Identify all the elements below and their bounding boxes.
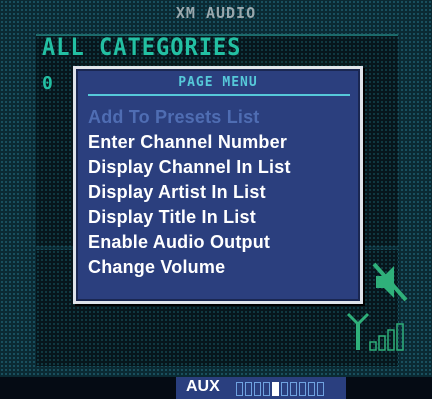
aux-source-label: AUX bbox=[186, 378, 220, 395]
volume-segment bbox=[236, 382, 243, 396]
volume-segment bbox=[272, 382, 279, 396]
volume-segment bbox=[254, 382, 261, 396]
volume-segment bbox=[299, 382, 306, 396]
page-menu[interactable]: PAGE MENU Add To Presets List Enter Chan… bbox=[73, 66, 363, 304]
menu-item-display-channel-in-list[interactable]: Display Channel In List bbox=[88, 155, 291, 180]
menu-item-enter-channel-number[interactable]: Enter Channel Number bbox=[88, 130, 291, 155]
menu-item-display-title-in-list[interactable]: Display Title In List bbox=[88, 205, 291, 230]
xm-audio-screen: XM AUDIO ALL CATEGORIES 0 PAGE MENU Add … bbox=[0, 0, 432, 399]
page-title: XM AUDIO bbox=[175, 4, 257, 22]
channel-number: 0 bbox=[42, 73, 53, 94]
volume-segment bbox=[308, 382, 315, 396]
volume-segment bbox=[281, 382, 288, 396]
volume-segment bbox=[263, 382, 270, 396]
signal-strength-icon bbox=[346, 312, 404, 351]
page-menu-list: Add To Presets List Enter Channel Number… bbox=[88, 105, 291, 280]
volume-segment bbox=[317, 382, 324, 396]
menu-item-enable-audio-output[interactable]: Enable Audio Output bbox=[88, 230, 291, 255]
volume-level-indicator bbox=[236, 382, 324, 396]
page-menu-title: PAGE MENU bbox=[178, 75, 258, 90]
menu-item-change-volume[interactable]: Change Volume bbox=[88, 255, 291, 280]
speaker-muted-icon bbox=[372, 262, 408, 302]
volume-segment bbox=[245, 382, 252, 396]
menu-divider bbox=[88, 94, 350, 96]
category-label: ALL CATEGORIES bbox=[42, 34, 242, 62]
volume-segment bbox=[290, 382, 297, 396]
menu-item-display-artist-in-list[interactable]: Display Artist In List bbox=[88, 180, 291, 205]
menu-item-add-to-presets[interactable]: Add To Presets List bbox=[88, 105, 291, 130]
